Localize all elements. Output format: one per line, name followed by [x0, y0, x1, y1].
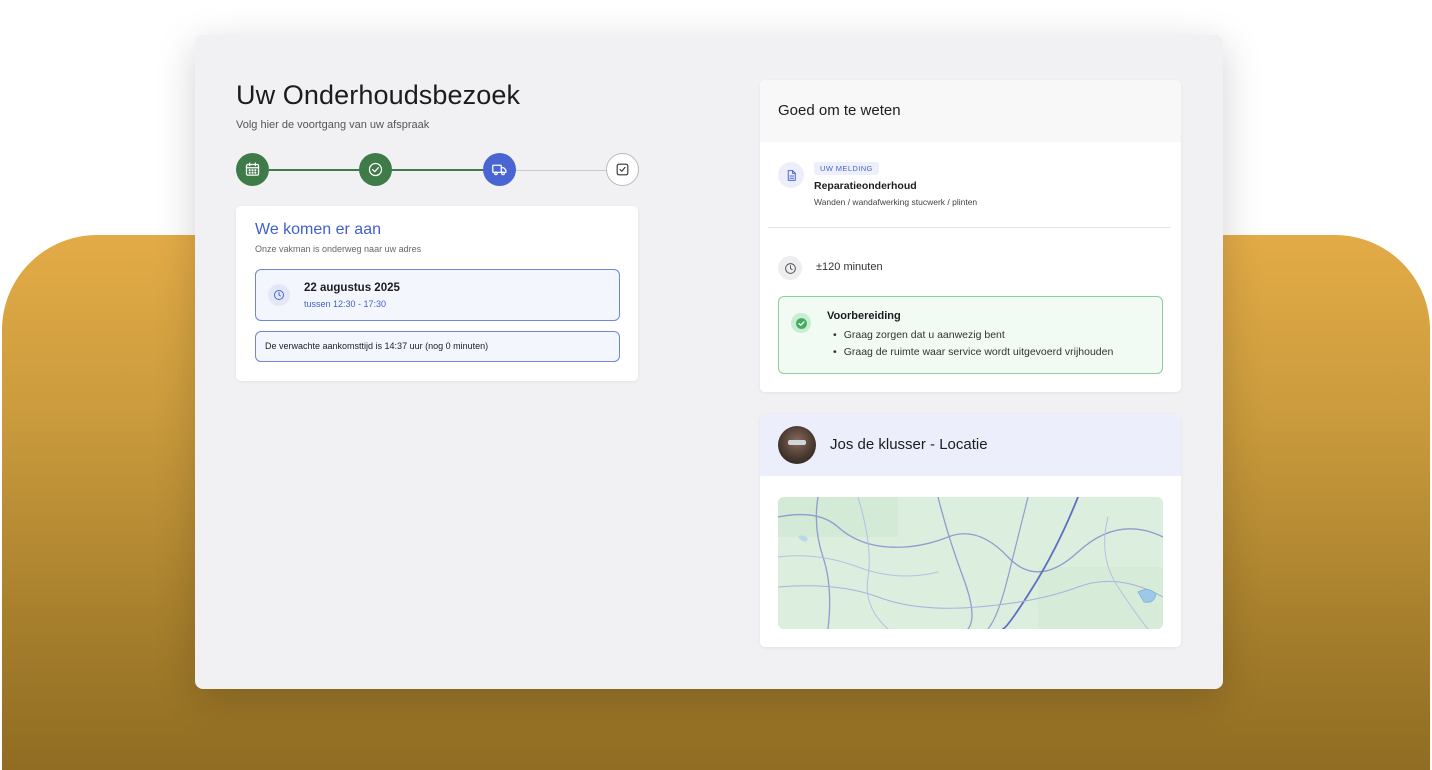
sunglasses-icon — [788, 440, 806, 445]
location-map[interactable] — [778, 497, 1163, 629]
appointment-date-box: 22 augustus 2025 tussen 12:30 - 17:30 — [255, 269, 620, 321]
preparation-item: Graag de ruimte waar service wordt uitge… — [833, 346, 1114, 358]
step-confirmed — [359, 153, 392, 186]
truck-icon — [492, 164, 507, 176]
location-title: Jos de klusser - Locatie — [830, 436, 988, 453]
preparation-box: Voorbereiding Graag zorgen dat u aanwezi… — [778, 296, 1163, 374]
arrival-title: We komen er aan — [255, 221, 381, 238]
duration-clock-icon — [778, 256, 802, 280]
info-card-title: Goed om te weten — [760, 80, 1181, 142]
arrival-card: We komen er aan Onze vakman is onderweg … — [236, 206, 638, 381]
avatar — [778, 426, 816, 464]
step-scheduled — [236, 153, 269, 186]
checkbox-icon — [616, 163, 629, 176]
step-completed — [606, 153, 639, 186]
document-icon — [778, 162, 804, 188]
progress-stepper — [236, 153, 639, 187]
page-title: Uw Onderhoudsbezoek — [236, 80, 521, 110]
location-card-header: Jos de klusser - Locatie — [760, 414, 1181, 476]
preparation-item: Graag zorgen dat u aanwezig bent — [833, 329, 1113, 341]
appointment-time-window: tussen 12:30 - 17:30 — [304, 299, 387, 309]
melding-description: Wanden / wandafwerking stucwerk / plinte… — [814, 197, 978, 207]
preparation-list: Graag zorgen dat u aanwezig bent Graag d… — [833, 329, 1114, 363]
main-panel: Uw Onderhoudsbezoek Volg hier de voortga… — [195, 35, 1223, 689]
clock-icon — [268, 284, 290, 306]
info-card: Goed om te weten UW MELDING Reparatieond… — [760, 80, 1181, 392]
page-subtitle: Volg hier de voortgang van uw afspraak — [236, 119, 430, 131]
melding-badge: UW MELDING — [814, 162, 879, 175]
appointment-date: 22 augustus 2025 — [304, 282, 400, 294]
check-circle-icon — [368, 162, 383, 177]
eta-box: De verwachte aankomsttijd is 14:37 uur (… — [255, 331, 620, 362]
step-line-3 — [516, 170, 607, 171]
preparation-title: Voorbereiding — [827, 310, 901, 322]
location-card: Jos de klusser - Locatie — [760, 414, 1181, 647]
step-on-the-way — [483, 153, 516, 186]
check-circle-icon — [791, 313, 811, 333]
melding-title: Reparatieonderhoud — [814, 180, 917, 192]
duration-text: ±120 minuten — [816, 261, 883, 273]
arrival-subtitle: Onze vakman is onderweg naar uw adres — [255, 244, 422, 254]
calendar-icon — [245, 162, 260, 176]
divider — [768, 227, 1171, 228]
